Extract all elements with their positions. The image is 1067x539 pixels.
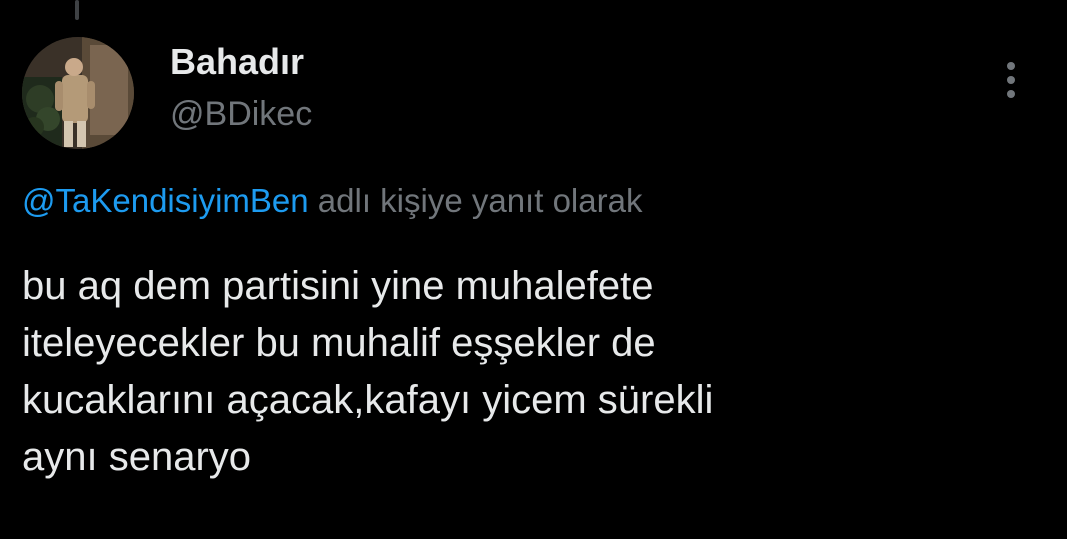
more-options-button[interactable] bbox=[996, 58, 1026, 102]
avatar[interactable] bbox=[22, 37, 134, 149]
reply-context-suffix: adlı kişiye yanıt olarak bbox=[317, 182, 643, 219]
tweet-text: bu aq dem partisini yine muhalefete itel… bbox=[22, 264, 714, 479]
author-display-name[interactable]: Bahadır bbox=[170, 42, 304, 82]
more-vertical-icon bbox=[1007, 76, 1015, 84]
reply-mention-link[interactable]: @TaKendisiyimBen bbox=[22, 182, 309, 219]
more-vertical-icon bbox=[1007, 90, 1015, 98]
thread-connector-line bbox=[75, 0, 79, 20]
more-vertical-icon bbox=[1007, 62, 1015, 70]
author-handle[interactable]: @BDikec bbox=[170, 94, 312, 134]
reply-context: @TaKendisiyimBen adlı kişiye yanıt olara… bbox=[22, 180, 642, 222]
avatar-photo-icon bbox=[22, 37, 134, 149]
